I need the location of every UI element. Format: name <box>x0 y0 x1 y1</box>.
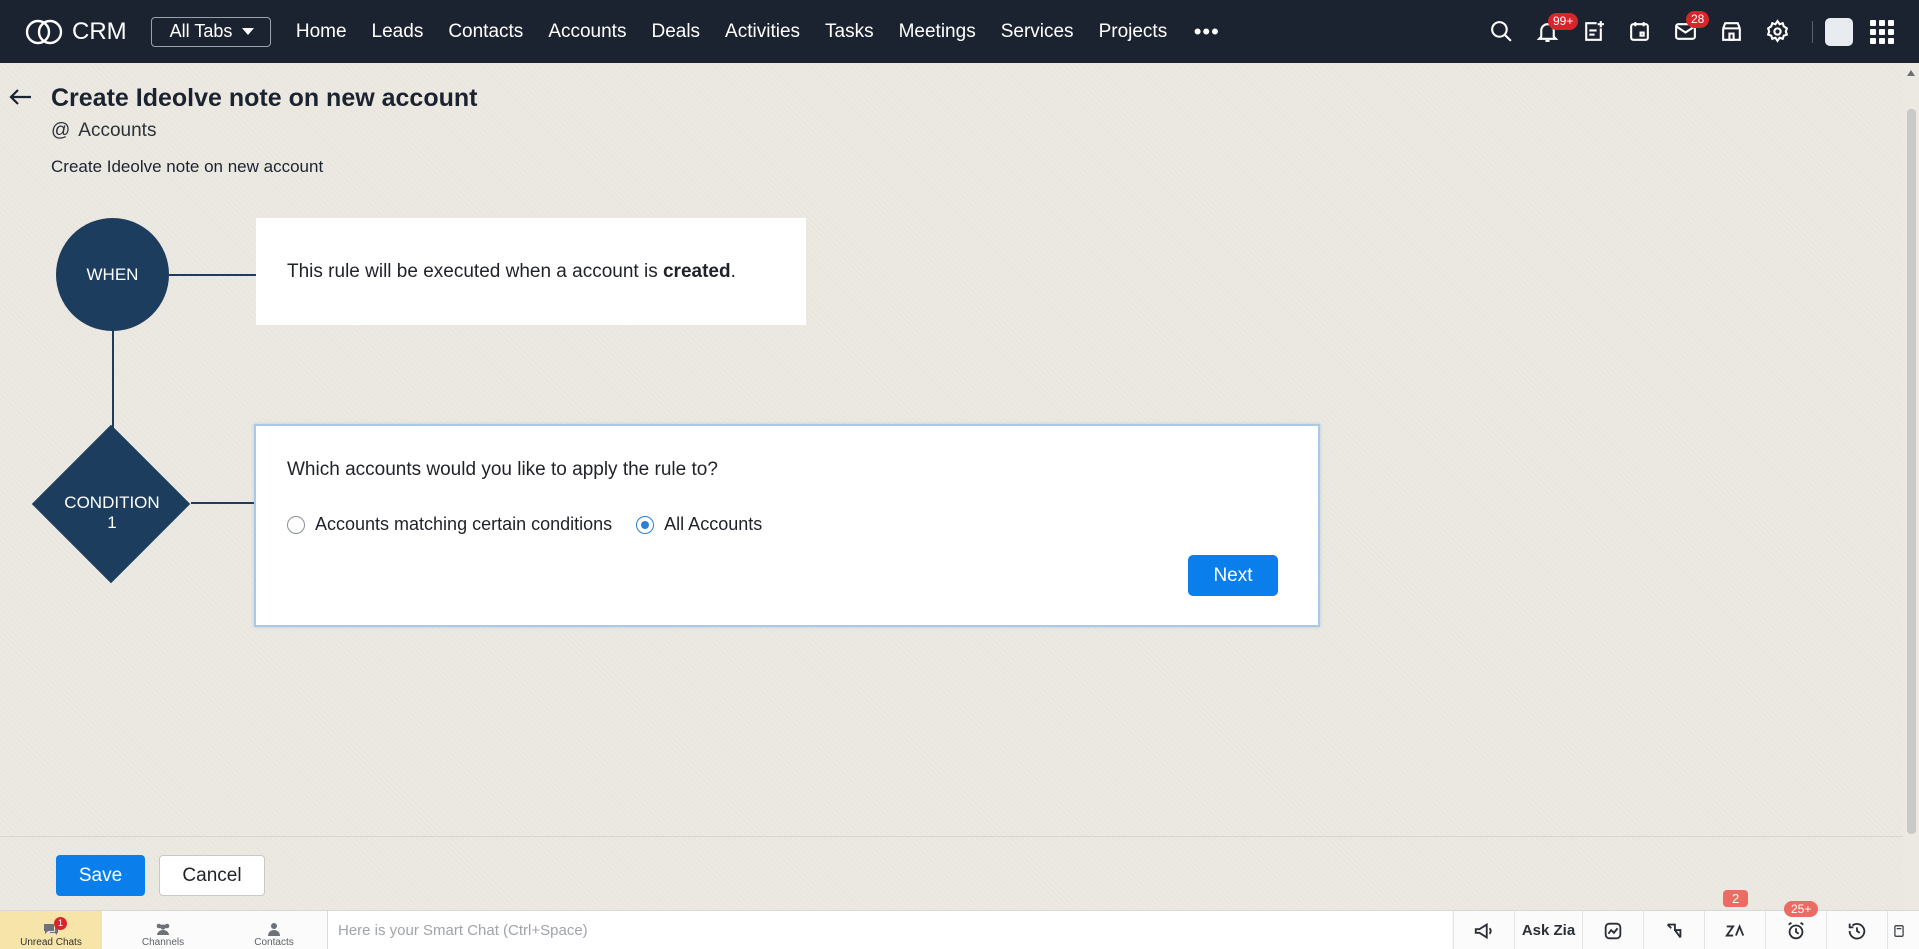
settings-button[interactable] <box>1754 9 1800 55</box>
module-name: Accounts <box>78 120 157 141</box>
store-icon <box>1721 22 1741 41</box>
smart-chat-input[interactable] <box>327 911 1452 949</box>
apply-to-options: Accounts matching certain conditions All… <box>287 514 762 535</box>
alarm-clock-icon <box>1788 921 1804 939</box>
nav-activities[interactable]: Activities <box>713 21 813 43</box>
contacts-tab[interactable]: Contacts <box>233 911 315 949</box>
app-name: CRM <box>72 17 127 45</box>
all-tabs-dropdown[interactable]: All Tabs <box>150 16 272 47</box>
history-icon <box>1848 922 1866 939</box>
topbar-actions: 99+ 28 <box>1478 0 1905 63</box>
notifications-button[interactable]: 99+ <box>1524 9 1579 55</box>
when-card[interactable]: This rule will be executed when a accoun… <box>256 218 806 325</box>
nav-projects[interactable]: Projects <box>1086 21 1180 43</box>
signals-button[interactable] <box>1643 911 1704 949</box>
rule-description: Create Ideolve note on new account <box>51 157 324 176</box>
save-button[interactable]: Save <box>56 855 145 896</box>
nav-home[interactable]: Home <box>283 21 359 43</box>
vertical-connector <box>112 331 114 431</box>
when-connector <box>169 274 257 276</box>
zia-button[interactable]: 2 <box>1704 890 1765 949</box>
marketplace-button[interactable] <box>1708 9 1754 55</box>
crm-logo-icon <box>25 19 63 44</box>
caret-down-icon <box>242 28 255 35</box>
search-icon <box>1490 21 1512 42</box>
option-matching-conditions[interactable]: Accounts matching certain conditions <box>287 514 612 535</box>
unread-chats-tab[interactable]: 1 Unread Chats <box>0 911 102 949</box>
cancel-button[interactable]: Cancel <box>159 855 265 896</box>
channels-label: Channels <box>141 937 185 948</box>
recent-items-button[interactable] <box>1826 911 1887 949</box>
when-node: WHEN <box>56 218 169 331</box>
calendar-icon <box>1629 22 1649 41</box>
unread-chats-label: Unread Chats <box>20 937 82 948</box>
page-title: Create Ideolve note on new account <box>51 84 478 112</box>
ask-zia-button[interactable]: Ask Zia <box>1514 911 1582 949</box>
option-all-accounts[interactable]: All Accounts <box>636 514 762 535</box>
when-node-label: WHEN <box>86 264 139 284</box>
chart-sparkle-icon <box>1604 922 1622 939</box>
reminders-badge: 25+ <box>1784 901 1819 917</box>
at-icon: @ <box>51 120 71 141</box>
mail-button[interactable]: 28 <box>1662 9 1710 55</box>
chatbar-tools: Ask Zia 2 25+ <box>1453 890 1909 949</box>
radio-all-accounts[interactable] <box>636 515 655 534</box>
module-line: @ Accounts <box>51 120 156 142</box>
when-text: This rule will be executed when a accoun… <box>287 260 736 282</box>
nav-accounts[interactable]: Accounts <box>536 21 639 43</box>
zia-badge: 2 <box>1723 890 1749 907</box>
zia-icon <box>1724 923 1745 936</box>
user-avatar[interactable] <box>1825 17 1853 46</box>
trigger-event: created <box>662 260 731 282</box>
nav-leads[interactable]: Leads <box>359 21 436 43</box>
next-button[interactable]: Next <box>1188 555 1278 596</box>
contacts-label: Contacts <box>254 937 294 948</box>
condition-connector <box>191 502 257 504</box>
nav-contacts[interactable]: Contacts <box>436 21 536 43</box>
reminders-button[interactable]: 25+ <box>1765 901 1826 949</box>
megaphone-icon <box>1474 922 1492 939</box>
announcements-button[interactable] <box>1453 911 1514 949</box>
condition-question: Which accounts would you like to apply t… <box>287 459 718 480</box>
gear-icon <box>1766 19 1788 43</box>
feed-add-icon <box>1584 21 1604 41</box>
footer-actions <box>0 836 1903 910</box>
signal-icon <box>1666 923 1682 938</box>
radio-matching-conditions[interactable] <box>287 515 305 534</box>
feeds-button[interactable] <box>1570 9 1616 55</box>
insights-button[interactable] <box>1582 911 1643 949</box>
condition-card: Which accounts would you like to apply t… <box>254 424 1320 627</box>
contact-person-icon <box>268 923 280 936</box>
calculator-icon <box>1893 924 1904 937</box>
calendar-button[interactable] <box>1616 9 1662 55</box>
top-nav-bar: CRM All Tabs Home Leads Contacts Account… <box>0 0 1919 63</box>
more-tabs-button[interactable]: ••• <box>1180 19 1234 45</box>
condition-label-line1: CONDITION <box>64 493 160 512</box>
vertical-scrollbar[interactable] <box>1903 63 1919 910</box>
condition-label-line2: 1 <box>107 513 117 532</box>
option-matching-conditions-label: Accounts matching certain conditions <box>315 514 613 534</box>
more-tools-button[interactable] <box>1887 911 1909 949</box>
unread-count-badge: 1 <box>54 917 67 930</box>
channels-tab[interactable]: Channels <box>122 911 204 949</box>
topbar-divider <box>1812 20 1813 43</box>
nav-deals[interactable]: Deals <box>639 21 713 43</box>
condition-node-label: CONDITION 1 <box>42 493 182 533</box>
scroll-thumb[interactable] <box>1907 109 1916 834</box>
mail-badge: 28 <box>1686 10 1710 28</box>
search-button[interactable] <box>1478 9 1524 55</box>
main-nav: Home Leads Contacts Accounts Deals Activ… <box>283 21 1179 43</box>
apps-grid-icon[interactable] <box>1859 9 1905 55</box>
nav-tasks[interactable]: Tasks <box>813 21 887 43</box>
crm-logo[interactable]: CRM <box>24 16 127 48</box>
nav-meetings[interactable]: Meetings <box>886 21 988 43</box>
all-tabs-label: All Tabs <box>169 21 233 41</box>
channels-icon <box>156 923 170 935</box>
nav-services[interactable]: Services <box>988 21 1086 43</box>
back-arrow-icon[interactable] <box>8 84 34 110</box>
option-all-accounts-label: All Accounts <box>664 514 763 534</box>
scroll-up-arrow-icon[interactable] <box>1907 70 1915 76</box>
chat-bar: 1 Unread Chats Channels Contacts Ask Zia… <box>0 890 1919 949</box>
